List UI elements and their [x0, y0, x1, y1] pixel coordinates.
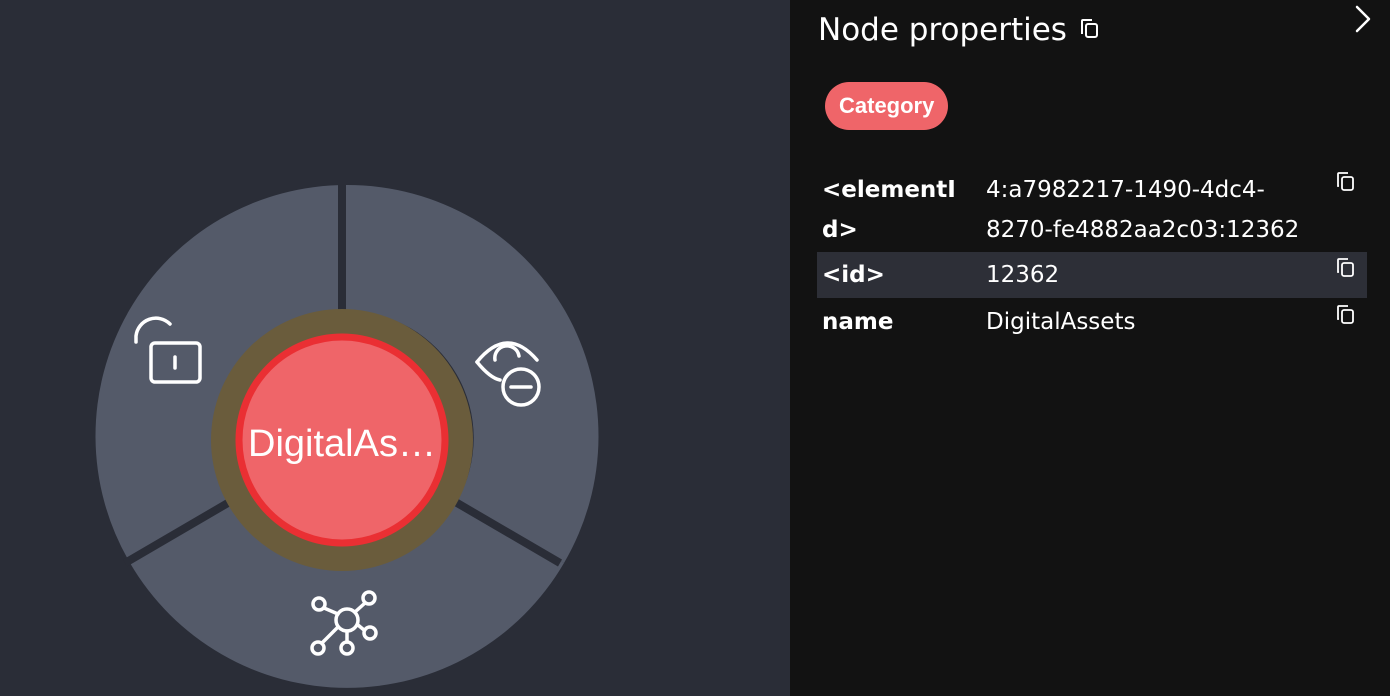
graph-node[interactable]: DigitalAs… [211, 309, 473, 571]
property-value: 12362 [986, 262, 1060, 288]
property-row: <elementId> 4:a7982217-1490-4dc4-8270-fe… [817, 168, 1367, 252]
properties-table: <elementId> 4:a7982217-1490-4dc4-8270-fe… [817, 168, 1367, 346]
property-row: name DigitalAssets [817, 298, 1367, 346]
panel-title: Node properties [818, 12, 1067, 48]
copy-icon[interactable] [1335, 257, 1355, 279]
panel-header: Node properties [818, 12, 1101, 48]
property-row: <id> 12362 [817, 252, 1367, 298]
copy-icon[interactable] [1079, 18, 1101, 42]
property-key: name [822, 309, 894, 335]
chevron-right-icon [1355, 5, 1371, 33]
graph-canvas[interactable]: DigitalAs… [0, 0, 790, 696]
property-value: 4:a7982217-1490-4dc4-8270-fe4882aa2c03:1… [986, 177, 1300, 243]
label-badge-text: Category [839, 93, 935, 118]
property-key: <id> [822, 262, 885, 288]
copy-icon[interactable] [1335, 171, 1355, 193]
copy-icon[interactable] [1335, 304, 1355, 326]
graph-svg[interactable]: DigitalAs… [0, 0, 790, 696]
property-value: DigitalAssets [986, 309, 1136, 335]
node-properties-panel: Node properties Category <elementId> 4:a… [790, 0, 1390, 696]
node-label: DigitalAs… [248, 423, 436, 465]
category-label-badge[interactable]: Category [825, 82, 949, 130]
property-key: <elementId> [822, 177, 956, 243]
collapse-panel-button[interactable] [1348, 2, 1376, 36]
